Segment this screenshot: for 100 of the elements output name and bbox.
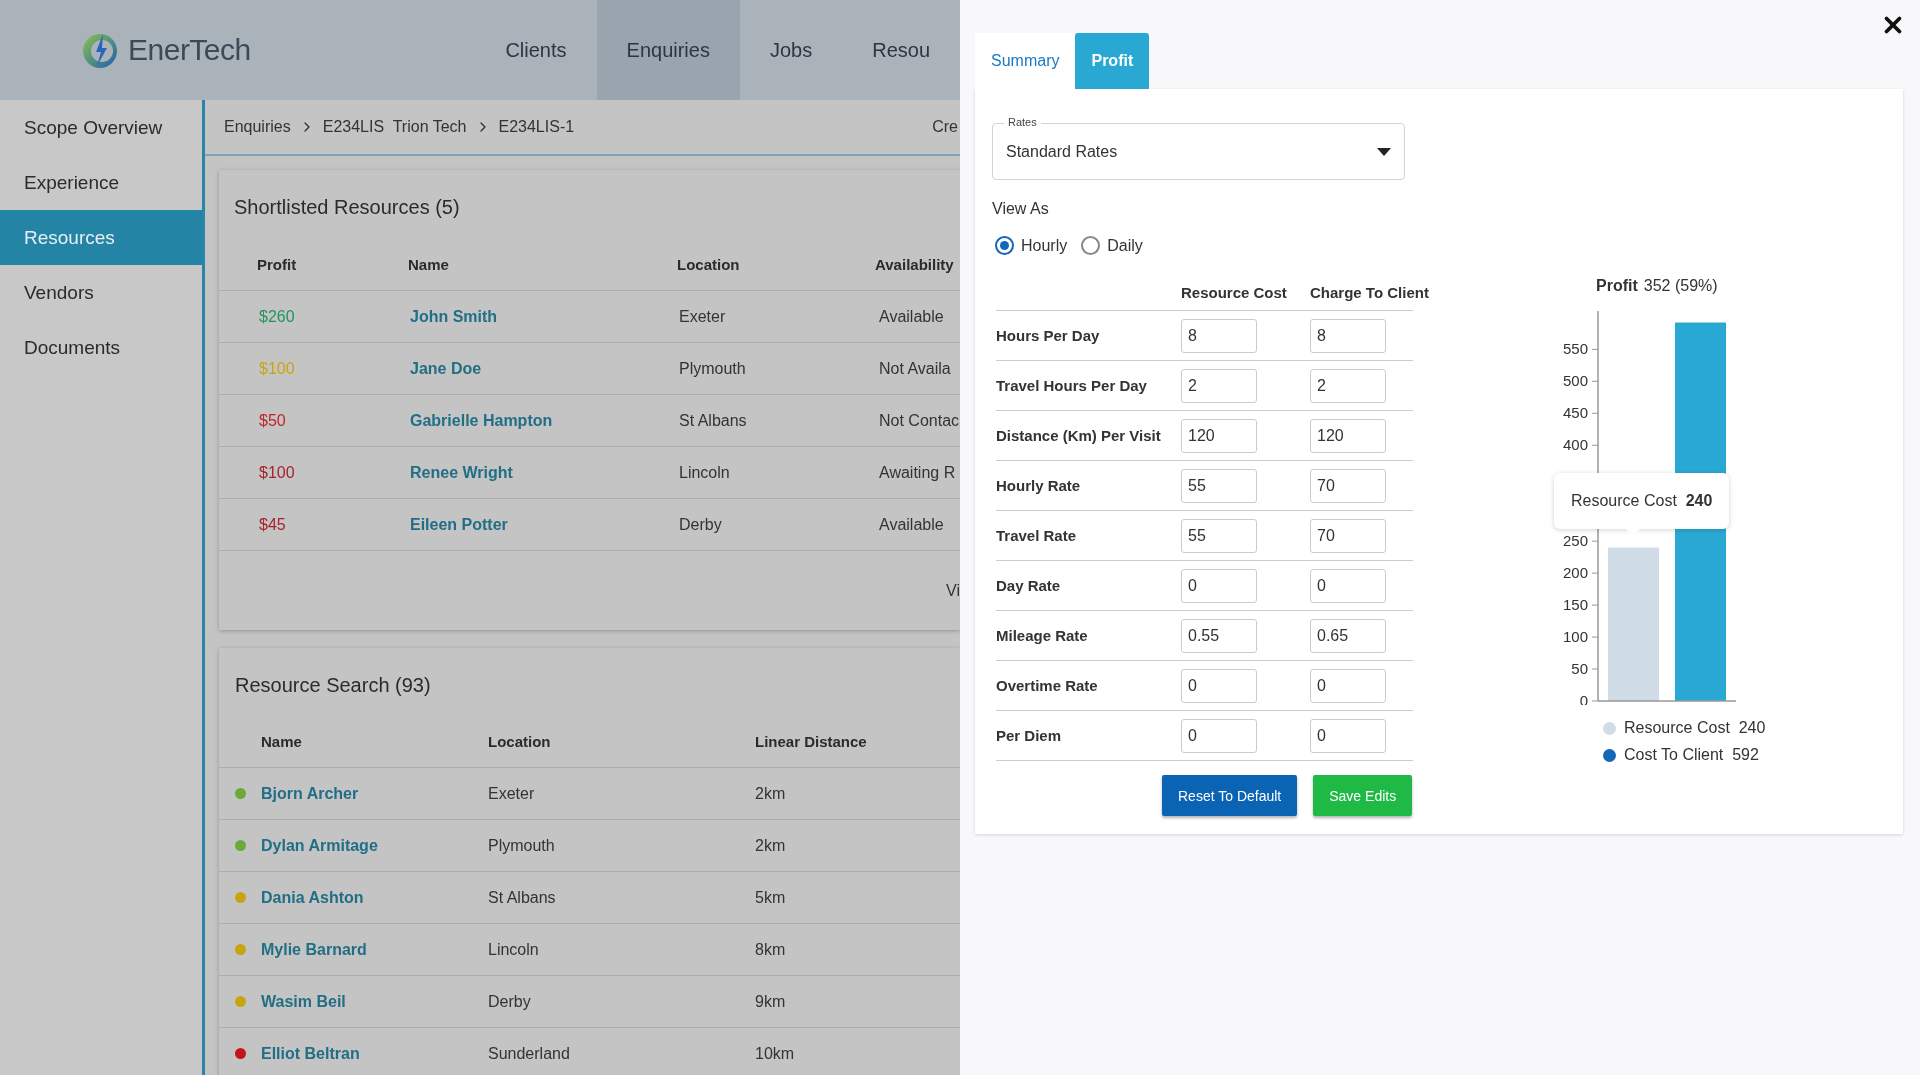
action-link[interactable]: Cre: [932, 118, 958, 136]
column-header: Profit: [257, 255, 298, 273]
axis-tick-label: 550: [1562, 340, 1588, 358]
input-field[interactable]: 70: [1310, 518, 1386, 553]
table-cell-text: Derby: [679, 515, 723, 534]
rate-label: Overtime Rate: [996, 677, 1099, 694]
legend-label: Cost To Client 592: [1624, 746, 1759, 764]
column-header: Charge To Client: [1310, 284, 1430, 301]
table-cell-text: Sunderland: [488, 1044, 571, 1063]
field-label: Rates: [1004, 116, 1041, 129]
rate-label: Travel Hours Per Day: [996, 377, 1148, 394]
axis-tick-label: 250: [1562, 532, 1588, 550]
card-title: Shortlisted Resources (5): [233, 195, 461, 220]
sidebar-item[interactable]: Documents: [0, 320, 202, 375]
sidebar-item[interactable]: Resources: [0, 210, 202, 265]
axis-tick-label: 400: [1562, 436, 1588, 454]
input-field[interactable]: 0: [1310, 668, 1386, 703]
nav-tab[interactable]: Enquiries: [596, 0, 740, 100]
card-title: Resource Search (93): [234, 673, 432, 698]
table-cell-text: 9km: [755, 992, 787, 1011]
view-link[interactable]: Vi: [946, 581, 960, 600]
caret-icon: [1377, 147, 1391, 156]
breadcrumb-link[interactable]: E234LIS Trion Tech: [322, 118, 467, 136]
table-cell-text: Awaiting R: [879, 463, 957, 482]
table-cell-text: Derby: [488, 992, 532, 1011]
rate-label: Mileage Rate: [996, 627, 1089, 644]
column-header: Name: [408, 255, 450, 273]
table-cell: Not Contac: [879, 411, 960, 430]
table-cell-text: Lincoln: [679, 463, 731, 482]
column-header: Name: [261, 733, 303, 750]
axis-tick-label: 200: [1562, 564, 1588, 582]
axis-tick-label: 500: [1562, 372, 1588, 390]
input-field[interactable]: 8: [1181, 318, 1257, 353]
radio-label: Daily: [1107, 236, 1143, 255]
profit-cell-text: $100: [259, 359, 296, 378]
column-header: Location: [488, 733, 552, 750]
select-value: Standard Rates: [1006, 142, 1118, 161]
table-cell-text: 10km: [755, 1044, 796, 1063]
column-header: Resource Cost: [1181, 284, 1288, 301]
input-field[interactable]: 120: [1310, 418, 1386, 453]
axis-tick-label: 50: [1571, 660, 1588, 678]
radio-label: Hourly: [1021, 236, 1068, 255]
table-cell-text: Plymouth: [679, 359, 747, 378]
table-cell-text: Available: [879, 307, 945, 326]
radio-button[interactable]: [995, 236, 1014, 255]
input-field[interactable]: 55: [1181, 468, 1257, 503]
rate-label: Travel Rate: [996, 527, 1078, 544]
input-field[interactable]: 8: [1310, 318, 1386, 353]
view-as-label: View As: [992, 200, 1050, 218]
column-header: Linear Distance: [755, 733, 868, 750]
breadcrumb-link[interactable]: E234LIS-1: [498, 118, 575, 136]
profit-cell-text: $45: [259, 515, 287, 534]
rate-label: Distance (Km) Per Visit: [996, 427, 1162, 444]
table-cell-text: St Albans: [488, 888, 557, 907]
nav-tab[interactable]: Resou: [842, 0, 960, 100]
table-cell-text: 2km: [755, 784, 787, 803]
input-field[interactable]: 0: [1181, 668, 1257, 703]
axis-tick-label: 450: [1562, 404, 1588, 422]
column-header: Location: [677, 255, 741, 273]
sidebar-item[interactable]: Experience: [0, 155, 202, 210]
input-field[interactable]: 120: [1181, 418, 1257, 453]
table-cell-text: Exeter: [679, 307, 727, 326]
table-cell-text: St Albans: [679, 411, 748, 430]
input-field[interactable]: 55: [1181, 518, 1257, 553]
axis-tick-label: 100: [1562, 628, 1588, 646]
nav-tab[interactable]: Jobs: [739, 0, 843, 100]
rate-label: Day Rate: [996, 577, 1062, 594]
input-field[interactable]: 0.55: [1181, 618, 1257, 653]
nav-tab[interactable]: Clients: [475, 0, 597, 100]
column-header: Availability: [875, 255, 955, 273]
input-field[interactable]: 0.65: [1310, 618, 1386, 653]
table-cell-text: 8km: [755, 940, 787, 959]
logo-text: EnerTech: [128, 33, 251, 67]
input-field[interactable]: 2: [1310, 368, 1386, 403]
sidebar-item[interactable]: Scope Overview: [0, 100, 202, 155]
profit-cell-text: $260: [259, 307, 296, 326]
legend-label: Resource Cost 240: [1624, 719, 1766, 737]
input-field[interactable]: 0: [1181, 568, 1257, 603]
sidebar-item[interactable]: Vendors: [0, 265, 202, 320]
table-cell-text: 5km: [755, 888, 787, 907]
table-cell-text: Plymouth: [488, 836, 556, 855]
table-cell-text: Available: [879, 515, 945, 534]
input-field[interactable]: 0: [1310, 568, 1386, 603]
input-field[interactable]: 2: [1181, 368, 1257, 403]
table-cell-text: Not Availa: [879, 359, 952, 378]
rate-label: Hourly Rate: [996, 477, 1082, 494]
axis-tick-label: 150: [1562, 596, 1588, 614]
rate-label: Per Diem: [996, 727, 1063, 744]
chart-title: Profit 352 (59%): [1596, 277, 1718, 295]
profit-cell-text: $50: [259, 411, 287, 430]
radio-button[interactable]: [1081, 236, 1101, 255]
input-field[interactable]: 70: [1310, 468, 1386, 503]
tab[interactable]: Summary: [975, 33, 1076, 89]
breadcrumb-link[interactable]: Enquiries: [224, 118, 291, 136]
reset-button[interactable]: Reset To Default: [1162, 775, 1298, 816]
input-field[interactable]: 0: [1181, 718, 1257, 753]
input-field[interactable]: 0: [1310, 718, 1386, 753]
table-cell-text: Lincoln: [488, 940, 540, 959]
profit-cell-text: $100: [259, 463, 296, 482]
table-cell-text: Exeter: [488, 784, 536, 803]
